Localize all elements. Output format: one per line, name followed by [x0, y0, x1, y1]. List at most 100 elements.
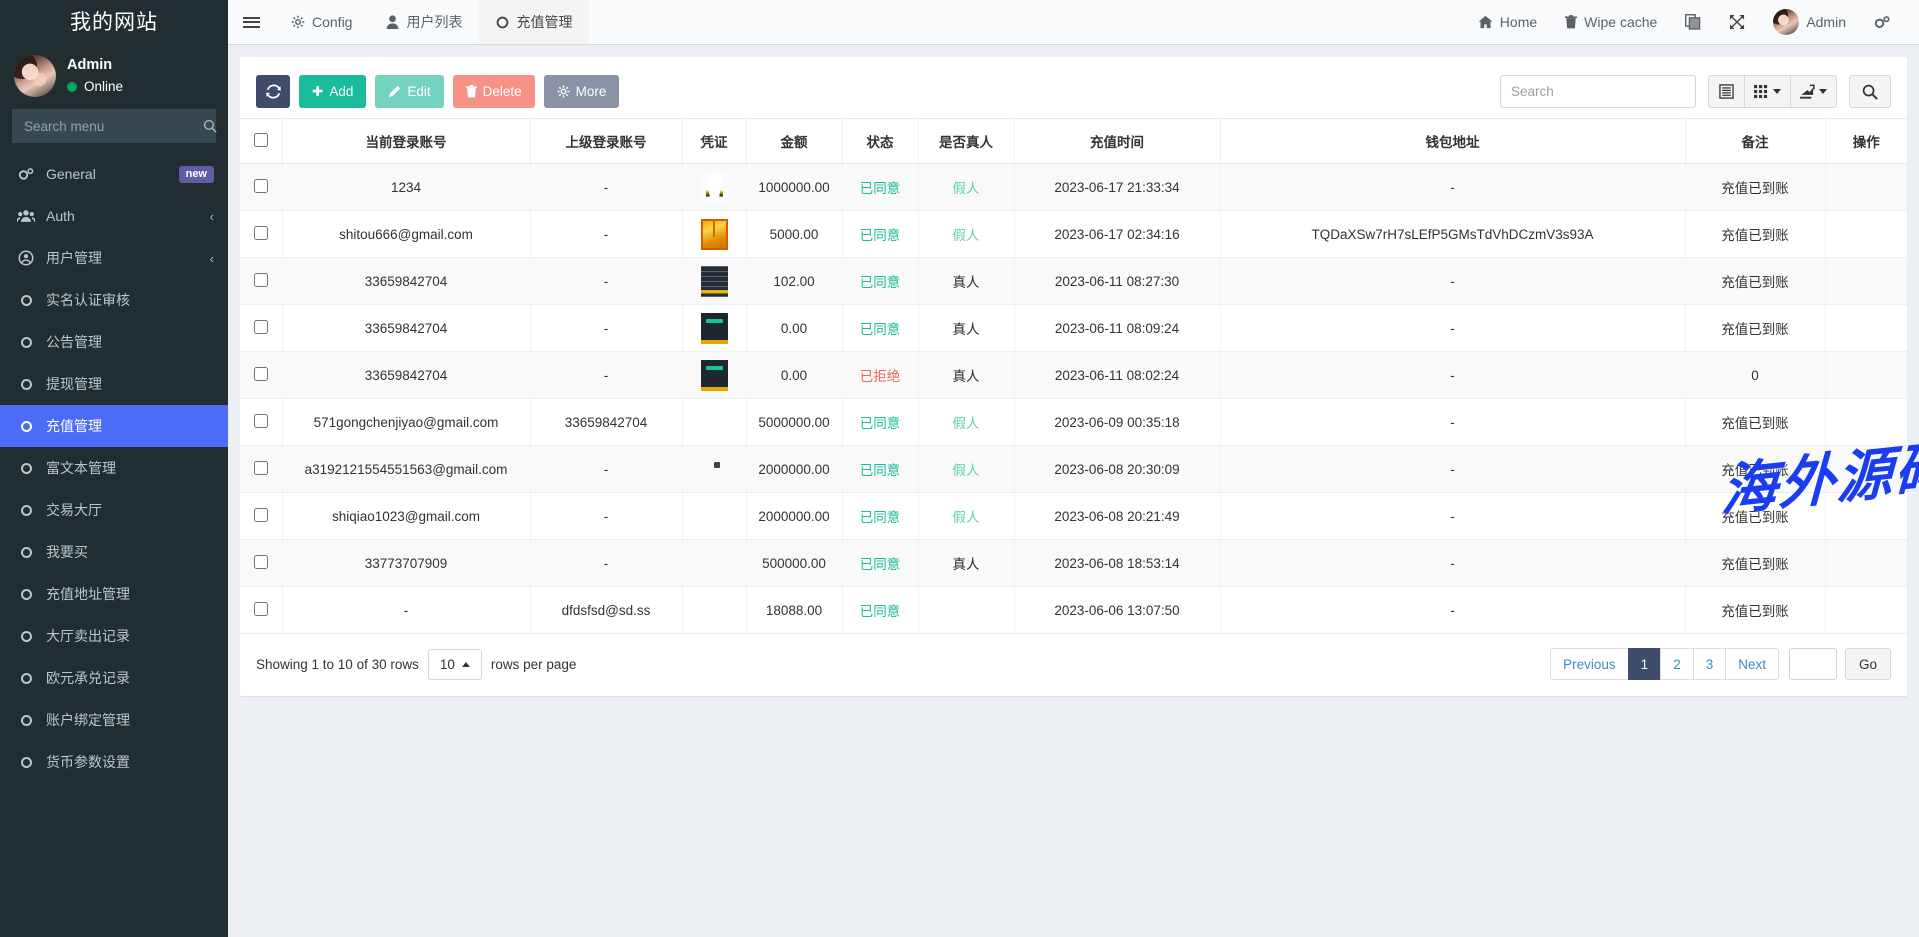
col-recharge-time[interactable]: 充值时间	[1014, 119, 1220, 164]
sidebar-item-auth[interactable]: Auth ‹	[0, 195, 228, 237]
col-voucher[interactable]: 凭证	[682, 119, 746, 164]
pagination-page-2[interactable]: 2	[1660, 648, 1694, 680]
nav-copy[interactable]	[1671, 0, 1715, 45]
row-checkbox[interactable]	[254, 461, 268, 475]
tab-recharge-management[interactable]: 充值管理	[479, 0, 589, 44]
sidebar-item-withdraw[interactable]: 提现管理	[0, 363, 228, 405]
voucher-thumbnail[interactable]	[701, 313, 728, 344]
user-circle-icon	[15, 250, 37, 266]
sidebar-item-label: 实名认证审核	[46, 290, 214, 310]
tab-user-list[interactable]: 用户列表	[369, 0, 479, 44]
col-amount[interactable]: 金额	[746, 119, 842, 164]
refresh-button[interactable]	[256, 75, 290, 108]
cell-action[interactable]	[1825, 493, 1907, 540]
sidebar-item-announcement[interactable]: 公告管理	[0, 321, 228, 363]
pagination-next[interactable]: Next	[1725, 648, 1779, 680]
search-icon[interactable]	[203, 119, 217, 133]
sidebar-item-recharge-address[interactable]: 充值地址管理	[0, 573, 228, 615]
row-checkbox[interactable]	[254, 320, 268, 334]
sidebar-item-account-binding[interactable]: 账户绑定管理	[0, 699, 228, 741]
row-checkbox[interactable]	[254, 508, 268, 522]
col-status[interactable]: 状态	[842, 119, 918, 164]
export-icon[interactable]	[1790, 75, 1837, 108]
voucher-thumbnail[interactable]	[701, 360, 728, 391]
search-menu-input[interactable]	[22, 118, 203, 135]
nav-home[interactable]: Home	[1464, 0, 1551, 45]
cell-action[interactable]	[1825, 446, 1907, 493]
row-checkbox[interactable]	[254, 602, 268, 616]
cell-action[interactable]	[1825, 352, 1907, 399]
select-all-checkbox[interactable]	[254, 133, 268, 147]
row-checkbox[interactable]	[254, 414, 268, 428]
sidebar-item-richtext[interactable]: 富文本管理	[0, 447, 228, 489]
cell-parent-account: -	[530, 446, 682, 493]
cell-is-real-person: 真人	[918, 540, 1014, 587]
cell-action[interactable]	[1825, 164, 1907, 211]
chevron-left-icon[interactable]: ‹	[210, 251, 214, 266]
table-row[interactable]: shitou666@gmail.com-5000.00已同意假人2023-06-…	[240, 211, 1907, 258]
sidebar-item-realname-audit[interactable]: 实名认证审核	[0, 279, 228, 321]
voucher-thumbnail[interactable]	[701, 172, 728, 203]
sidebar-item-user-management[interactable]: 用户管理 ‹	[0, 237, 228, 279]
nav-user-admin[interactable]: Admin	[1759, 0, 1860, 45]
col-is-real-person[interactable]: 是否真人	[918, 119, 1014, 164]
row-checkbox[interactable]	[254, 555, 268, 569]
table-row[interactable]: shiqiao1023@gmail.com-2000000.00已同意假人202…	[240, 493, 1907, 540]
sidebar-toggle-icon[interactable]	[228, 0, 274, 44]
table-row[interactable]: 33659842704-0.00已拒绝真人2023-06-11 08:02:24…	[240, 352, 1907, 399]
more-button[interactable]: More	[544, 75, 620, 108]
col-note[interactable]: 备注	[1685, 119, 1825, 164]
grid-icon[interactable]	[1744, 75, 1791, 108]
goto-page-input[interactable]	[1789, 648, 1837, 680]
cell-amount: 5000.00	[746, 211, 842, 258]
voucher-thumbnail[interactable]	[701, 219, 728, 250]
sidebar-search[interactable]	[12, 109, 216, 143]
sidebar-item-general[interactable]: General new	[0, 153, 228, 195]
table-row[interactable]: 1234-1000000.00已同意假人2023-06-17 21:33:34-…	[240, 164, 1907, 211]
cell-action[interactable]	[1825, 258, 1907, 305]
row-checkbox[interactable]	[254, 226, 268, 240]
table-row[interactable]: 33773707909-500000.00已同意真人2023-06-08 18:…	[240, 540, 1907, 587]
search-input[interactable]	[1500, 75, 1696, 108]
col-wallet-address[interactable]: 钱包地址	[1220, 119, 1685, 164]
nav-fullscreen[interactable]	[1715, 0, 1759, 45]
sidebar-item-currency-settings[interactable]: 货币参数设置	[0, 741, 228, 783]
col-parent-account[interactable]: 上级登录账号	[530, 119, 682, 164]
cell-wallet-address: -	[1220, 164, 1685, 211]
tab-config[interactable]: Config	[274, 0, 369, 44]
row-checkbox[interactable]	[254, 367, 268, 381]
chevron-left-icon[interactable]: ‹	[210, 209, 214, 224]
nav-settings[interactable]	[1860, 0, 1905, 45]
table-row[interactable]: -dfdsfsd@sd.ss18088.00已同意2023-06-06 13:0…	[240, 587, 1907, 634]
cell-action[interactable]	[1825, 587, 1907, 634]
go-button[interactable]: Go	[1845, 648, 1891, 680]
voucher-thumbnail[interactable]	[701, 266, 728, 297]
table-row[interactable]: 33659842704-102.00已同意真人2023-06-11 08:27:…	[240, 258, 1907, 305]
nav-wipe-cache[interactable]: Wipe cache	[1551, 0, 1671, 45]
cell-action[interactable]	[1825, 211, 1907, 258]
table-row[interactable]: 33659842704-0.00已同意真人2023-06-11 08:09:24…	[240, 305, 1907, 352]
table-row[interactable]: 571gongchenjiyao@gmail.com33659842704500…	[240, 399, 1907, 446]
sidebar-item-euro-exchange-records[interactable]: 欧元承兑记录	[0, 657, 228, 699]
sidebar-item-hall-sell-records[interactable]: 大厅卖出记录	[0, 615, 228, 657]
sidebar-item-i-want-buy[interactable]: 我要买	[0, 531, 228, 573]
cell-action[interactable]	[1825, 305, 1907, 352]
pagination-page-3[interactable]: 3	[1693, 648, 1727, 680]
delete-button[interactable]: Delete	[453, 75, 535, 108]
add-button[interactable]: ✚ Add	[299, 75, 366, 108]
table-row[interactable]: a3192121554551563@gmail.com-2000000.00已同…	[240, 446, 1907, 493]
cell-action[interactable]	[1825, 399, 1907, 446]
sidebar-item-recharge[interactable]: 充值管理	[0, 405, 228, 447]
row-checkbox[interactable]	[254, 273, 268, 287]
sidebar-item-trade-hall[interactable]: 交易大厅	[0, 489, 228, 531]
col-action[interactable]: 操作	[1825, 119, 1907, 164]
col-current-account[interactable]: 当前登录账号	[282, 119, 530, 164]
cell-action[interactable]	[1825, 540, 1907, 587]
row-checkbox[interactable]	[254, 179, 268, 193]
rows-per-page-select[interactable]: 10	[428, 649, 482, 680]
edit-button[interactable]: Edit	[375, 75, 443, 108]
pagination-previous[interactable]: Previous	[1550, 648, 1629, 680]
pagination-page-1[interactable]: 1	[1628, 648, 1662, 680]
search-submit-button[interactable]	[1849, 75, 1891, 108]
columns-list-icon[interactable]	[1708, 75, 1745, 108]
